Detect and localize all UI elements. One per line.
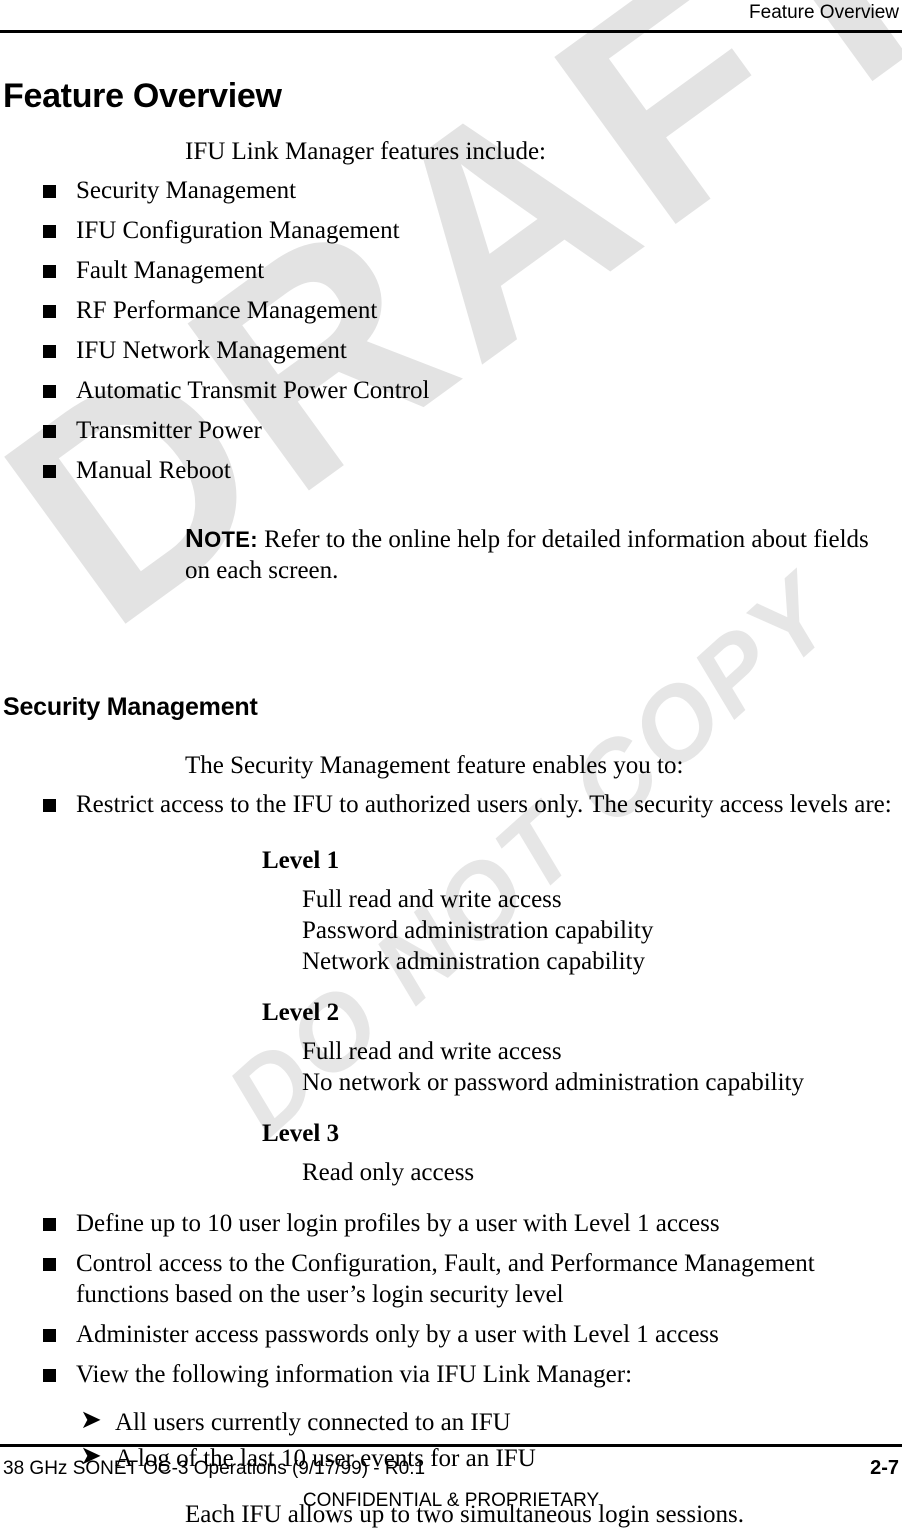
square-bullet-icon (43, 789, 59, 812)
list-item: Restrict access to the IFU to authorized… (0, 789, 902, 820)
list-item: Transmitter Power (0, 415, 902, 446)
footer-document-label: 38 GHz SONET OC-3 Operations (9/17/99) -… (3, 1458, 426, 1479)
list-item: View the following information via IFU L… (0, 1359, 902, 1390)
list-item-label: Define up to 10 user login profiles by a… (76, 1210, 720, 1237)
list-item: Manual Reboot (0, 455, 902, 486)
level-heading: Level 2 (262, 999, 340, 1026)
square-bullet-icon (43, 415, 59, 438)
level-detail-lines: Full read and write access Password admi… (0, 884, 902, 977)
header-rule (0, 30, 902, 33)
list-item-label: Restrict access to the IFU to authorized… (76, 791, 892, 818)
list-item: Define up to 10 user login profiles by a… (0, 1208, 902, 1239)
list-item-label: IFU Configuration Management (76, 217, 400, 244)
list-item-label: Transmitter Power (76, 417, 262, 444)
level-detail-lines: Full read and write access No network or… (0, 1036, 902, 1098)
security-capability-list: Define up to 10 user login profiles by a… (0, 1208, 902, 1390)
square-bullet-icon (43, 1359, 59, 1382)
page-content: Feature Overview IFU Link Manager featur… (0, 56, 902, 1530)
square-bullet-icon (43, 215, 59, 238)
level-detail-line: No network or password administration ca… (302, 1069, 804, 1096)
page-footer: 38 GHz SONET OC-3 Operations (9/17/99) -… (3, 1455, 899, 1482)
list-item-label: Manual Reboot (76, 457, 231, 484)
list-item-label: Administer access passwords only by a us… (76, 1321, 719, 1348)
square-bullet-icon (43, 295, 59, 318)
list-item: Control access to the Configuration, Fau… (0, 1248, 902, 1310)
list-item-label: View the following information via IFU L… (76, 1361, 633, 1388)
list-item-label: Security Management (76, 177, 297, 204)
list-item: Administer access passwords only by a us… (0, 1319, 902, 1350)
level-heading: Level 3 (262, 1120, 340, 1147)
page-number: 2-7 (870, 1457, 899, 1479)
list-item: IFU Network Management (0, 335, 902, 366)
list-item: Fault Management (0, 255, 902, 286)
access-level-2: Level 2 Full read and write access No ne… (0, 997, 902, 1098)
list-item-label: Automatic Transmit Power Control (76, 377, 430, 404)
chapter-intro-paragraph: IFU Link Manager features include: (185, 138, 546, 165)
square-bullet-icon (43, 1208, 59, 1231)
level-detail-line: Full read and write access (302, 886, 562, 913)
arrow-bullet-icon: ➤ (80, 1405, 102, 1435)
chapter-title: Feature Overview (3, 77, 282, 115)
square-bullet-icon (43, 335, 59, 358)
list-item: IFU Configuration Management (0, 215, 902, 246)
document-page: Feature Overview Feature Overview IFU Li… (0, 0, 902, 1528)
list-item: ➤ All users currently connected to an IF… (0, 1405, 902, 1438)
list-item-label: Fault Management (76, 257, 265, 284)
intro-block: IFU Link Manager features include: (0, 136, 902, 167)
running-header: Feature Overview (749, 2, 899, 23)
list-item-label: All users currently connected to an IFU (115, 1409, 511, 1436)
square-bullet-icon (43, 1248, 59, 1271)
level-detail-lines: Read only access (0, 1157, 902, 1188)
level-detail-line: Network administration capability (302, 948, 645, 975)
list-item-label: RF Performance Management (76, 297, 378, 324)
level-detail-line: Password administration capability (302, 917, 654, 944)
square-bullet-icon (43, 375, 59, 398)
list-item: Automatic Transmit Power Control (0, 375, 902, 406)
note-label-rest: OTE: (204, 527, 258, 552)
feature-bullet-list: Security Management IFU Configuration Ma… (0, 175, 902, 486)
square-bullet-icon (43, 175, 59, 198)
access-level-1: Level 1 Full read and write access Passw… (0, 845, 902, 977)
footer-rule (0, 1444, 902, 1447)
note-label: NOTE: (185, 523, 258, 553)
list-item: Security Management (0, 175, 902, 206)
square-bullet-icon (43, 255, 59, 278)
level-detail-line: Read only access (302, 1159, 475, 1186)
list-item-label: Control access to the Configuration, Fau… (76, 1250, 815, 1308)
security-intro-paragraph: The Security Management feature enables … (185, 752, 684, 779)
security-intro-block: The Security Management feature enables … (0, 750, 902, 781)
section-title-security-management: Security Management (3, 693, 258, 721)
level-heading: Level 1 (262, 847, 340, 874)
security-first-bullet-list: Restrict access to the IFU to authorized… (0, 789, 902, 820)
confidentiality-notice: CONFIDENTIAL & PROPRIETARY (302, 1490, 600, 1511)
note-text: Refer to the online help for detailed in… (185, 526, 869, 584)
note-block: NOTE: Refer to the online help for detai… (0, 523, 902, 586)
access-level-3: Level 3 Read only access (0, 1118, 902, 1188)
list-item-label: IFU Network Management (76, 337, 347, 364)
square-bullet-icon (43, 1319, 59, 1342)
note-label-cap: N (185, 523, 205, 553)
square-bullet-icon (43, 455, 59, 478)
list-item: RF Performance Management (0, 295, 902, 326)
level-detail-line: Full read and write access (302, 1038, 562, 1065)
